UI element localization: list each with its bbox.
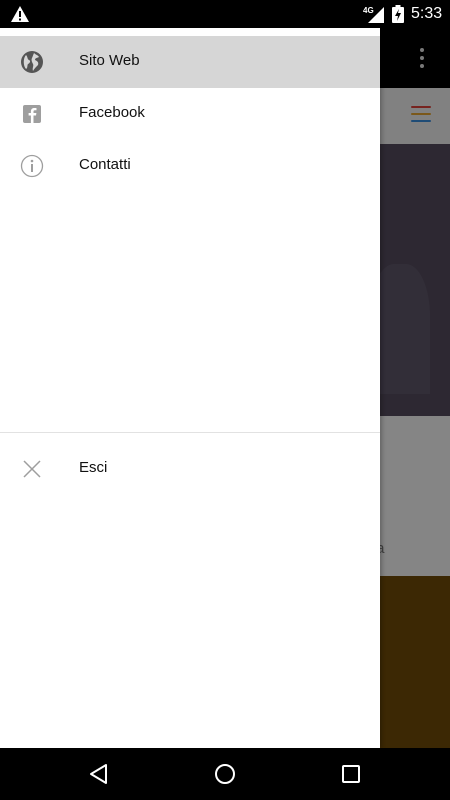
clock: 5:33 [411, 5, 443, 22]
battery-charging-icon [392, 5, 404, 23]
drawer-divider [0, 432, 380, 433]
facebook-icon [23, 105, 41, 123]
drawer-item-label: Sito Web [79, 52, 140, 69]
warning-icon [11, 6, 29, 22]
home-icon[interactable] [213, 762, 237, 786]
back-icon[interactable] [87, 762, 111, 786]
status-bar: 4G 5:33 [0, 0, 450, 28]
drawer-item-contatti[interactable]: Contatti [0, 140, 380, 192]
drawer-item-esci[interactable]: Esci [0, 443, 380, 495]
drawer-item-label: Esci [79, 459, 108, 476]
drawer-item-label: Facebook [79, 104, 145, 121]
info-icon [20, 154, 44, 178]
drawer-item-facebook[interactable]: Facebook [0, 88, 380, 140]
recents-icon[interactable] [339, 762, 363, 786]
drawer-item-label: Contatti [79, 156, 131, 173]
drawer-item-sito-web[interactable]: Sito Web [0, 36, 380, 88]
system-nav-bar [0, 748, 450, 800]
signal-icon [368, 7, 384, 23]
navigation-drawer: Sito Web Facebook Contatti Esci [0, 28, 380, 748]
globe-icon [21, 51, 43, 73]
close-icon [23, 460, 41, 478]
